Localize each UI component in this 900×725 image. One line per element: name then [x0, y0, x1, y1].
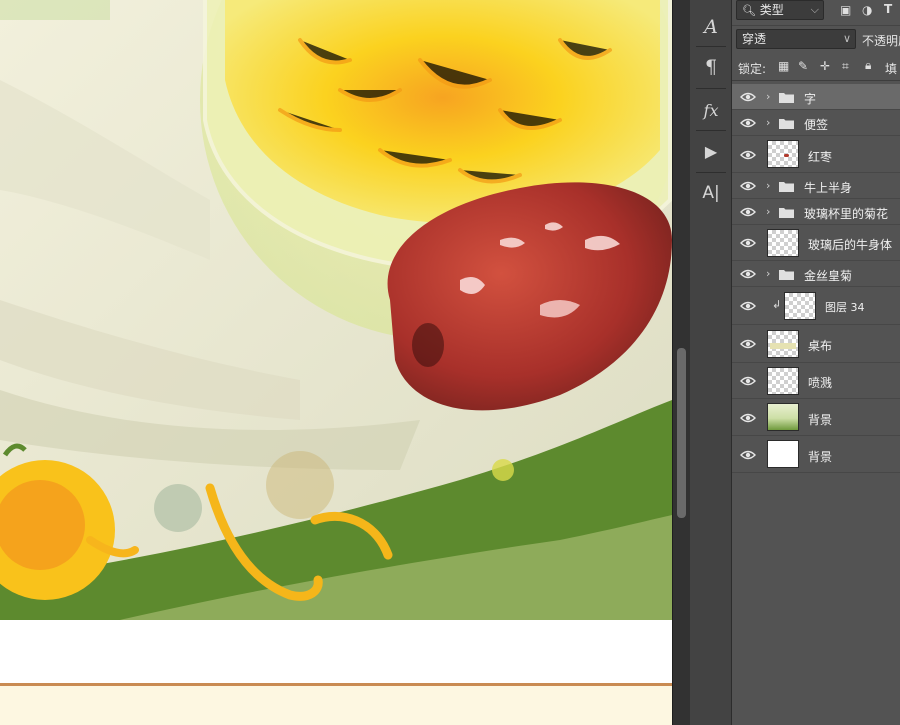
canvas-vertical-scrollbar[interactable]: [672, 0, 690, 725]
expand-chevron-icon[interactable]: ›: [766, 267, 770, 280]
layer-name: 喷溅: [808, 376, 833, 390]
styles-panel-icon[interactable]: fx: [698, 97, 724, 123]
pollen-dot: [492, 459, 514, 481]
layer-filter-select[interactable]: 🔍︎ 类型 ⌵: [736, 0, 824, 20]
lock-transparency-icon[interactable]: ▦: [778, 59, 789, 73]
layer-name: 桌布: [808, 339, 833, 353]
panel-dock-strip: A ¶ fx ▶ A|: [690, 0, 732, 725]
fill-label: 填: [885, 62, 898, 76]
layer-thumbnail: [767, 367, 799, 395]
layer-name: 金丝皇菊: [804, 269, 853, 283]
folder-icon: [779, 208, 794, 218]
layer-name: 便签: [804, 118, 829, 132]
layer-filter-label: 类型: [759, 3, 784, 17]
layer-row-pixel[interactable]: ↲ 图层 34: [732, 287, 900, 325]
layer-name: 玻璃后的牛身体: [808, 238, 893, 252]
clipping-mask-icon: ↲: [772, 298, 782, 311]
layer-row-background[interactable]: 背景: [732, 436, 900, 473]
folder-icon: [779, 182, 794, 192]
lock-label: 锁定:: [738, 62, 767, 76]
tool-separator: [696, 172, 726, 173]
layer-thumbnail: [767, 229, 799, 257]
folder-icon: [779, 93, 794, 103]
expand-chevron-icon[interactable]: ›: [766, 205, 770, 218]
visibility-eye-icon[interactable]: [740, 450, 756, 460]
folder-icon: [779, 270, 794, 280]
paragraph-panel-icon[interactable]: ¶: [698, 54, 724, 80]
layer-name: 字: [804, 92, 817, 106]
lock-all-icon[interactable]: 🔒︎: [865, 58, 871, 73]
layer-thumbnail: [767, 403, 799, 431]
search-icon: 🔍︎: [742, 4, 756, 17]
visibility-eye-icon[interactable]: [740, 413, 756, 423]
visibility-eye-icon[interactable]: [740, 238, 756, 248]
layer-filter-row: 🔍︎ 类型 ⌵ ▣ ◑ T: [732, 0, 900, 26]
layer-row-pixel[interactable]: 背景: [732, 399, 900, 436]
layer-thumbnail: [767, 440, 799, 468]
character-panel-icon[interactable]: A: [698, 14, 724, 40]
layer-row-group[interactable]: › 牛上半身: [732, 173, 900, 199]
lock-brush-icon[interactable]: ✎: [798, 59, 808, 73]
layer-thumbnail: [767, 330, 799, 358]
layer-row-group[interactable]: › 字: [732, 84, 900, 110]
visibility-eye-icon[interactable]: [740, 92, 756, 102]
layer-row-pixel[interactable]: 红枣: [732, 136, 900, 173]
layer-name: 图层 34: [825, 301, 865, 314]
folder-icon: [779, 119, 794, 129]
document-canvas[interactable]: [0, 0, 672, 620]
opacity-label: 不透明度: [862, 34, 900, 48]
visibility-eye-icon[interactable]: [740, 339, 756, 349]
visibility-eye-icon[interactable]: [740, 150, 756, 160]
visibility-eye-icon[interactable]: [740, 181, 756, 191]
layer-name: 牛上半身: [804, 181, 853, 195]
adjustment-filter-icon[interactable]: ◑: [862, 3, 872, 17]
spot: [154, 484, 202, 532]
tool-separator: [696, 46, 726, 47]
layer-thumbnail: [784, 292, 816, 320]
layer-name: 背景: [808, 450, 833, 464]
blend-mode-value: 穿透: [742, 32, 767, 46]
blend-row: 穿透 ∨ 不透明度: [732, 26, 900, 54]
lock-position-icon[interactable]: ✛: [820, 59, 830, 73]
tool-separator: [696, 130, 726, 131]
layer-name: 背景: [808, 413, 833, 427]
layer-row-group[interactable]: › 玻璃杯里的菊花: [732, 199, 900, 225]
image-filter-icon[interactable]: ▣: [840, 3, 851, 17]
top-left-band: [0, 0, 110, 20]
layer-row-pixel[interactable]: 玻璃后的牛身体: [732, 225, 900, 261]
scrollbar-thumb[interactable]: [677, 348, 686, 518]
actions-panel-icon[interactable]: ▶: [698, 138, 724, 164]
chevron-down-icon: ⌵: [810, 3, 819, 16]
layer-row-group[interactable]: › 金丝皇菊: [732, 261, 900, 287]
document-footer-area: [0, 686, 672, 725]
layer-row-group[interactable]: › 便签: [732, 110, 900, 136]
layer-row-pixel[interactable]: 桌布: [732, 325, 900, 363]
layer-name: 玻璃杯里的菊花: [804, 207, 889, 221]
visibility-eye-icon[interactable]: [740, 118, 756, 128]
layers-panel: 🔍︎ 类型 ⌵ ▣ ◑ T 穿透 ∨ 不透明度 锁定: ▦ ✎ ✛ ⌗ 🔒︎ 填…: [732, 0, 900, 725]
chevron-down-icon: ∨: [842, 32, 851, 45]
visibility-eye-icon[interactable]: [740, 376, 756, 386]
layer-row-pixel[interactable]: 喷溅: [732, 363, 900, 399]
lock-row: 锁定: ▦ ✎ ✛ ⌗ 🔒︎ 填: [732, 54, 900, 81]
lock-artboard-icon[interactable]: ⌗: [842, 59, 849, 74]
layer-thumbnail: [767, 140, 799, 168]
glyphs-panel-icon[interactable]: A|: [698, 180, 724, 206]
document-margin: [0, 620, 672, 683]
expand-chevron-icon[interactable]: ›: [766, 90, 770, 103]
blend-mode-select[interactable]: 穿透 ∨: [736, 29, 856, 49]
visibility-eye-icon[interactable]: [740, 301, 756, 311]
spot: [266, 451, 334, 519]
visibility-eye-icon[interactable]: [740, 207, 756, 217]
type-filter-icon[interactable]: T: [884, 2, 892, 16]
expand-chevron-icon[interactable]: ›: [766, 116, 770, 129]
visibility-eye-icon[interactable]: [740, 269, 756, 279]
tool-separator: [696, 88, 726, 89]
expand-chevron-icon[interactable]: ›: [766, 179, 770, 192]
layer-name: 红枣: [808, 150, 833, 164]
